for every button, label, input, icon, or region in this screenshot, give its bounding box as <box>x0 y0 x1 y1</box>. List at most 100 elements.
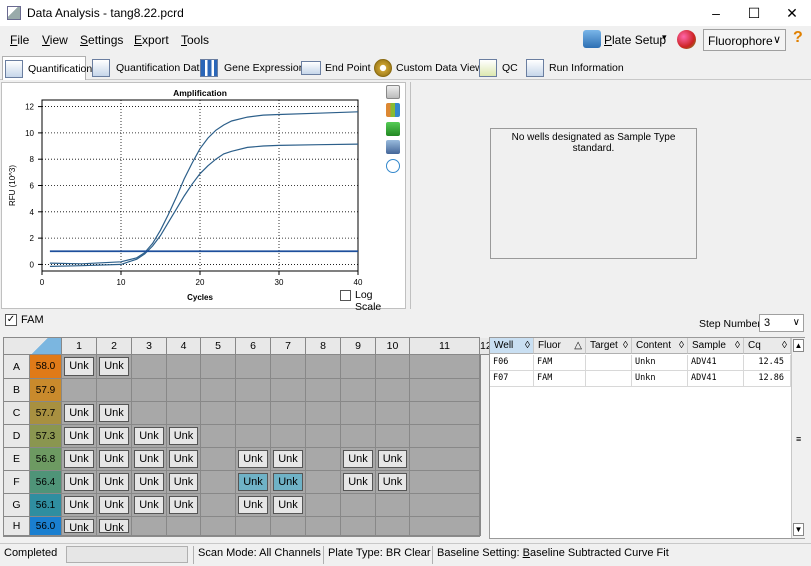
menu-export[interactable]: Export <box>134 33 169 47</box>
column-header[interactable]: 3 <box>132 338 167 355</box>
menu-tools[interactable]: Tools <box>181 33 209 47</box>
plate-well[interactable] <box>271 402 306 425</box>
plate-well[interactable]: Unk <box>341 471 376 494</box>
plate-well[interactable] <box>201 355 236 379</box>
column-header[interactable]: 8 <box>306 338 341 355</box>
plate-well[interactable]: Unk <box>236 494 271 517</box>
plate-well[interactable]: Unk <box>97 425 132 448</box>
plate-well[interactable] <box>306 379 341 402</box>
plate-well[interactable]: Unk <box>132 494 167 517</box>
close-button[interactable]: ✕ <box>773 0 811 26</box>
well-sample-type[interactable]: Unk <box>64 450 94 468</box>
table-cell[interactable]: Unkn <box>632 371 688 387</box>
sort-icon[interactable]: ◊ <box>782 338 787 353</box>
well-sample-type[interactable]: Unk <box>99 519 129 534</box>
plate-well[interactable] <box>480 402 481 425</box>
plate-well[interactable]: Unk <box>132 425 167 448</box>
well-sample-type[interactable]: Unk <box>64 357 94 376</box>
well-sample-type[interactable]: Unk <box>64 473 94 491</box>
plate-well[interactable] <box>410 471 480 494</box>
plate-well[interactable]: Unk <box>167 448 201 471</box>
plate-well[interactable] <box>306 448 341 471</box>
plate-well[interactable]: Unk <box>271 471 306 494</box>
well-sample-type[interactable]: Unk <box>64 427 94 445</box>
menu-view[interactable]: View <box>42 33 68 47</box>
column-header[interactable]: 2 <box>97 338 132 355</box>
plate-well[interactable] <box>410 355 480 379</box>
plate-well[interactable] <box>132 379 167 402</box>
column-header-sample[interactable]: Sample ◊ <box>688 338 744 354</box>
plate-well[interactable]: Unk <box>341 448 376 471</box>
plate-well[interactable] <box>306 425 341 448</box>
plate-well[interactable]: Unk <box>62 471 97 494</box>
fam-checkbox[interactable]: ✓ <box>5 314 17 326</box>
plate-well[interactable] <box>201 402 236 425</box>
plate-well[interactable] <box>480 355 481 379</box>
plate-well[interactable]: Unk <box>376 448 410 471</box>
tab-quantification-data[interactable]: Quantification Data <box>90 56 205 80</box>
plate-well[interactable]: Unk <box>62 517 97 536</box>
plate-well[interactable] <box>201 425 236 448</box>
plate-well[interactable] <box>480 471 481 494</box>
table-cell[interactable] <box>586 355 632 371</box>
plate-well[interactable] <box>341 517 376 536</box>
plate-well[interactable]: Unk <box>97 448 132 471</box>
plate-well[interactable] <box>410 494 480 517</box>
plate-well[interactable] <box>236 379 271 402</box>
well-sample-type[interactable]: Unk <box>99 496 129 514</box>
column-header[interactable]: 6 <box>236 338 271 355</box>
chart-settings-icon[interactable] <box>386 140 400 154</box>
plate-well[interactable] <box>167 355 201 379</box>
plate-well[interactable] <box>376 425 410 448</box>
tab-qc[interactable]: QC <box>477 56 519 80</box>
plate-well[interactable] <box>167 517 201 536</box>
fluorophore-select[interactable]: Fluorophore ∨ <box>703 29 786 51</box>
plate-well[interactable]: Unk <box>376 471 410 494</box>
plate-well[interactable] <box>62 379 97 402</box>
table-cell[interactable]: FAM <box>534 371 586 387</box>
well-sample-type[interactable]: Unk <box>64 519 94 534</box>
sort-icon[interactable]: ◊ <box>735 338 740 353</box>
well-sample-type[interactable]: Unk <box>169 427 198 445</box>
sort-icon[interactable]: △ <box>574 338 582 353</box>
plate-well[interactable] <box>376 494 410 517</box>
well-sample-type[interactable]: Unk <box>99 404 129 422</box>
plate-corner[interactable] <box>4 338 62 355</box>
row-header[interactable]: C <box>4 402 30 425</box>
tab-end-point[interactable]: End Point <box>299 56 371 80</box>
well-sample-type[interactable]: Unk <box>169 450 198 468</box>
plate-well[interactable] <box>341 355 376 379</box>
plate-well[interactable] <box>236 517 271 536</box>
plate-well[interactable] <box>201 448 236 471</box>
plate-well[interactable] <box>376 517 410 536</box>
plate-well[interactable] <box>236 355 271 379</box>
curve-icon[interactable] <box>386 159 400 173</box>
plate-well[interactable] <box>271 517 306 536</box>
maximize-button[interactable]: ☐ <box>735 0 773 26</box>
plate-well[interactable] <box>201 471 236 494</box>
plate-well[interactable] <box>97 379 132 402</box>
column-header-content[interactable]: Content ◊ <box>632 338 688 354</box>
plate-well[interactable] <box>376 379 410 402</box>
plate-well[interactable] <box>306 494 341 517</box>
column-header[interactable]: 11 <box>410 338 480 355</box>
plate-well[interactable]: Unk <box>167 425 201 448</box>
plate-well[interactable]: Unk <box>236 471 271 494</box>
column-header[interactable]: 10 <box>376 338 410 355</box>
well-sample-type[interactable]: Unk <box>378 450 407 468</box>
plate-well[interactable] <box>132 355 167 379</box>
plate-well[interactable]: Unk <box>97 517 132 536</box>
column-header-fluor[interactable]: Fluor △ <box>534 338 586 354</box>
chart-colors-icon[interactable] <box>386 103 400 117</box>
well-sample-type[interactable]: Unk <box>64 404 94 422</box>
copy-icon[interactable] <box>386 85 400 99</box>
plate-well[interactable] <box>306 517 341 536</box>
tab-gene-expression[interactable]: Gene Expression <box>198 56 305 80</box>
tab-run-information[interactable]: Run Information <box>524 56 624 80</box>
plate-well[interactable] <box>132 517 167 536</box>
baseline-setting[interactable]: Baseline Setting: Baseline Subtracted Cu… <box>437 547 669 559</box>
well-sample-type[interactable]: Unk <box>99 473 129 491</box>
well-sample-type[interactable]: Unk <box>134 473 164 491</box>
plate-well[interactable] <box>167 402 201 425</box>
row-header[interactable]: F <box>4 471 30 494</box>
